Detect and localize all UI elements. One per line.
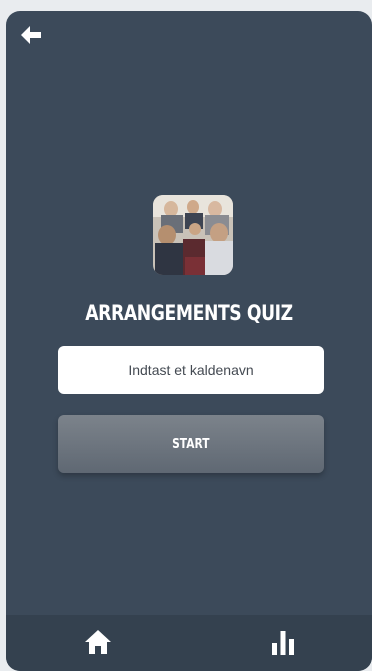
nav-home[interactable]: [84, 629, 112, 655]
bar-chart-icon: [272, 631, 294, 655]
back-button[interactable]: [20, 25, 44, 45]
start-button[interactable]: START: [58, 415, 324, 473]
start-button-label: START: [172, 436, 210, 452]
quiz-image: [153, 195, 233, 275]
arrow-left-icon: [21, 26, 41, 44]
home-icon: [85, 630, 111, 654]
nav-stats[interactable]: [270, 629, 296, 655]
nickname-input[interactable]: [58, 346, 324, 394]
app-screen: ARRANGEMENTS QUIZ START: [6, 11, 372, 671]
bottom-nav: [6, 615, 372, 671]
quiz-title: ARRANGEMENTS QUIZ: [85, 301, 293, 325]
